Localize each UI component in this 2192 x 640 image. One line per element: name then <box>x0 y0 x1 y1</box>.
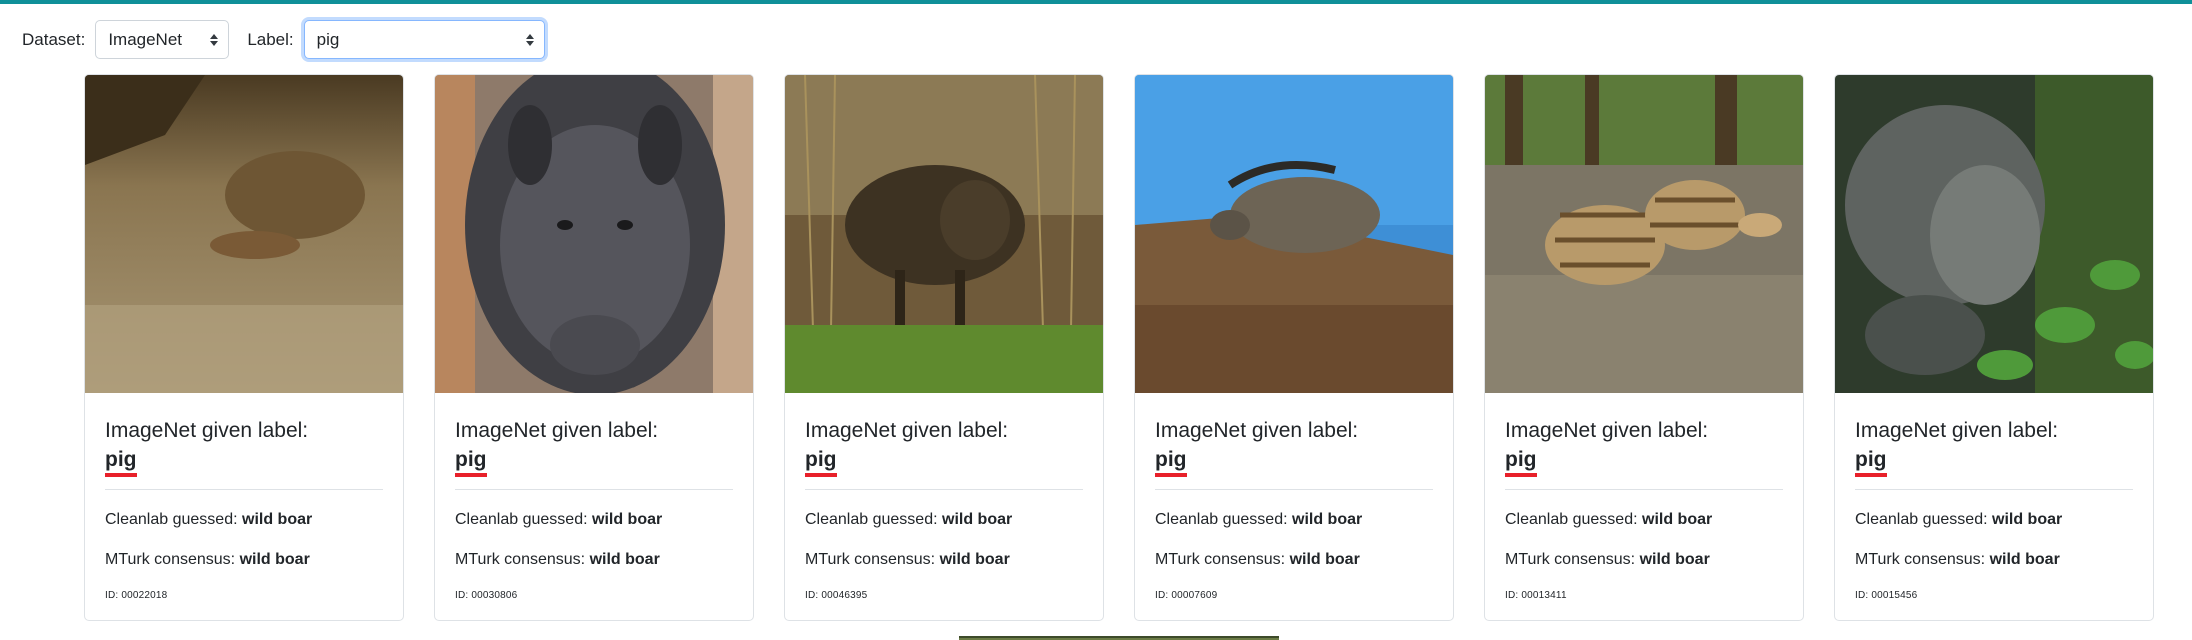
image-card: ImageNet given label: pig Cleanlab guess… <box>1834 74 2154 621</box>
mturk-consensus: MTurk consensus: wild boar <box>1855 551 2060 568</box>
image-id: ID: 00030806 <box>455 590 518 601</box>
mturk-consensus: MTurk consensus: wild boar <box>805 551 1010 568</box>
dataset-select[interactable]: ImageNet <box>95 20 230 59</box>
cleanlab-guess: Cleanlab guessed: wild boar <box>1855 511 2063 528</box>
card-image-wild-boar[interactable] <box>1835 75 2153 393</box>
mturk-consensus: MTurk consensus: wild boar <box>1505 551 1710 568</box>
cleanlab-guess: Cleanlab guessed: wild boar <box>1155 511 1363 528</box>
select-caret-icon <box>525 33 534 46</box>
card-image-wild-boar[interactable] <box>1485 75 1803 393</box>
given-label-value: pig <box>805 447 837 477</box>
label-select-value: pig <box>316 29 340 49</box>
cleanlab-guess: Cleanlab guessed: wild boar <box>455 511 663 528</box>
card-image-wild-boar[interactable] <box>435 75 753 393</box>
mturk-consensus: MTurk consensus: wild boar <box>455 551 660 568</box>
next-row-card-peek <box>959 636 1279 640</box>
card-divider <box>805 489 1083 490</box>
given-label-prefix: ImageNet given label: <box>105 419 309 442</box>
image-card: ImageNet given label: pig Cleanlab guess… <box>434 74 754 621</box>
card-image-wild-boar[interactable] <box>85 75 403 393</box>
cleanlab-guess: Cleanlab guessed: wild boar <box>805 511 1013 528</box>
given-label-value: pig <box>1855 447 1887 477</box>
dataset-select-value: ImageNet <box>108 29 183 49</box>
mturk-consensus: MTurk consensus: wild boar <box>105 551 310 568</box>
card-image-wild-boar[interactable] <box>785 75 1103 393</box>
label-filter-label: Label: <box>247 29 294 49</box>
image-card: ImageNet given label: pig Cleanlab guess… <box>1484 74 1804 621</box>
image-card: ImageNet given label: pig Cleanlab guess… <box>1134 74 1454 621</box>
card-image-wild-boar[interactable] <box>1135 75 1453 393</box>
image-id: ID: 00007609 <box>1155 590 1218 601</box>
image-card: ImageNet given label: pig Cleanlab guess… <box>784 74 1104 621</box>
given-label-prefix: ImageNet given label: <box>1505 419 1709 442</box>
image-card: ImageNet given label: pig Cleanlab guess… <box>84 74 404 621</box>
given-label-prefix: ImageNet given label: <box>1855 419 2059 442</box>
given-label-prefix: ImageNet given label: <box>1155 419 1359 442</box>
card-divider <box>1855 489 2133 490</box>
card-divider <box>1505 489 1783 490</box>
image-id: ID: 00046395 <box>805 590 868 601</box>
image-id: ID: 00022018 <box>105 590 168 601</box>
given-label-value: pig <box>105 447 137 477</box>
given-label-prefix: ImageNet given label: <box>455 419 659 442</box>
card-divider <box>1155 489 1433 490</box>
given-label-prefix: ImageNet given label: <box>805 419 1009 442</box>
image-id: ID: 00013411 <box>1505 590 1567 601</box>
given-label-value: pig <box>1155 447 1187 477</box>
cleanlab-guess: Cleanlab guessed: wild boar <box>1505 511 1713 528</box>
card-divider <box>455 489 733 490</box>
label-select[interactable]: pig <box>303 20 545 59</box>
select-caret-icon <box>210 33 219 46</box>
filter-bar: Dataset: ImageNet Label: pig <box>22 20 545 59</box>
dataset-filter-label: Dataset: <box>22 29 86 49</box>
mturk-consensus: MTurk consensus: wild boar <box>1155 551 1360 568</box>
given-label-value: pig <box>1505 447 1537 477</box>
image-id: ID: 00015456 <box>1855 590 1918 601</box>
top-accent-bar <box>0 0 2192 4</box>
cleanlab-guess: Cleanlab guessed: wild boar <box>105 511 313 528</box>
given-label-value: pig <box>455 447 487 477</box>
card-divider <box>105 489 383 490</box>
